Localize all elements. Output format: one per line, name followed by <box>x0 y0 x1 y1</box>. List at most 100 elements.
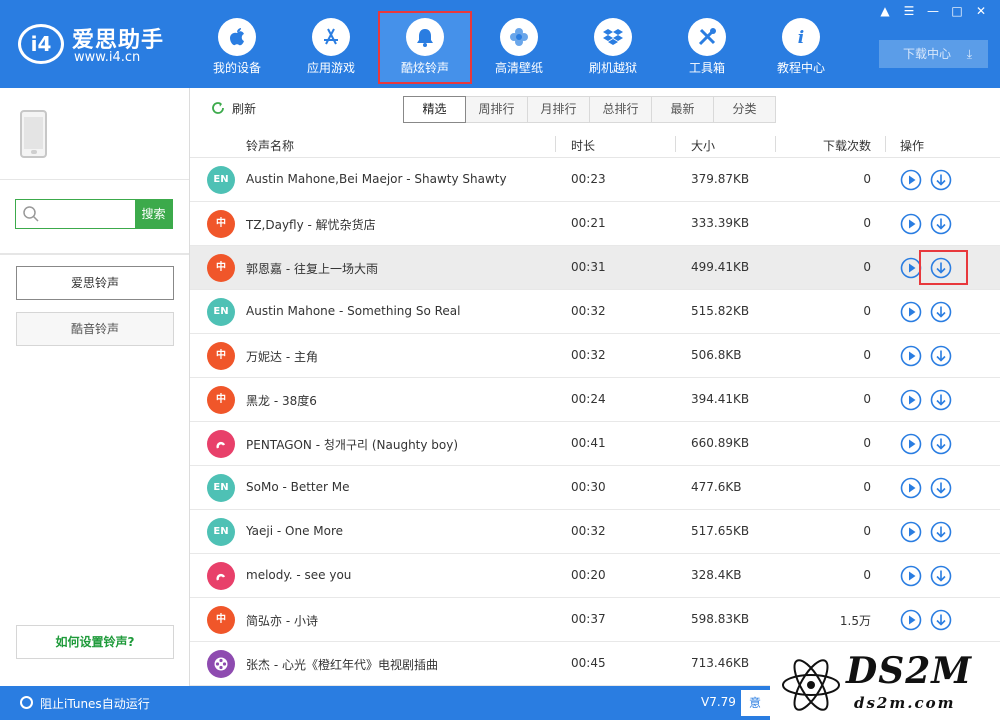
play-icon[interactable] <box>900 565 922 587</box>
ringtone-duration: 00:31 <box>571 260 606 274</box>
feedback-button[interactable]: 意 <box>741 690 771 716</box>
app-window: i4 爱思助手 www.i4.cn 我的设备 应用游戏 酷炫铃声 高清壁纸 刷机越狱 工具… <box>0 0 1000 720</box>
language-badge: EN <box>207 518 235 546</box>
download-center-button[interactable]: 下载中心 ⤓ <box>879 40 988 68</box>
how-to-set-ringtone-link[interactable]: 如何设置铃声? <box>16 625 174 659</box>
dropbox-icon <box>594 18 632 56</box>
close-icon[interactable]: ✕ <box>970 2 992 20</box>
table-row[interactable]: EN Yaeji - One More 00:32 517.65KB 0 <box>190 510 1000 554</box>
atom-logo <box>782 659 840 711</box>
ringtone-title: 简弘亦 - 小诗 <box>246 614 318 628</box>
ringtone-title: melody. - see you <box>246 568 352 582</box>
download-icon[interactable] <box>930 213 952 235</box>
tab-5[interactable]: 分类 <box>713 96 776 123</box>
ringtone-size: 328.4KB <box>691 568 742 582</box>
nav-item-apple[interactable]: 我的设备 <box>190 12 284 82</box>
table-row[interactable]: 中 TZ,Dayfly - 解忧杂货店 00:21 333.39KB 0 <box>190 202 1000 246</box>
download-icon[interactable] <box>930 521 952 543</box>
download-icon[interactable] <box>930 609 952 631</box>
play-icon[interactable] <box>900 521 922 543</box>
tab-3[interactable]: 总排行 <box>589 96 652 123</box>
download-icon[interactable] <box>930 565 952 587</box>
ringtone-size: 515.82KB <box>691 304 750 318</box>
download-count: 1.5万 <box>839 614 871 628</box>
table-header: 铃声名称 时长 大小 下载次数 操作 <box>190 132 1000 158</box>
play-icon[interactable] <box>900 169 922 191</box>
window-controls: ▲ ☰ — □ ✕ <box>874 2 992 22</box>
ringtone-size: 713.46KB <box>691 656 750 670</box>
minimize-icon[interactable]: — <box>922 2 944 20</box>
play-icon[interactable] <box>900 609 922 631</box>
nav-label: 高清壁纸 <box>494 61 543 75</box>
play-icon[interactable] <box>900 477 922 499</box>
ringtone-title: 万妮达 - 主角 <box>246 350 318 364</box>
download-icon[interactable] <box>930 169 952 191</box>
tab-1[interactable]: 周排行 <box>465 96 528 123</box>
nav-item-app-store[interactable]: 应用游戏 <box>284 12 378 82</box>
download-icon[interactable] <box>930 433 952 455</box>
app-url: www.i4.cn <box>74 50 141 65</box>
table-row[interactable]: 中万妮达 - 主角 00:32 506.8KB 0 <box>190 334 1000 378</box>
language-badge: 中 <box>207 606 235 634</box>
table-row[interactable]: PENTAGON - 청개구리 (Naughty boy) 00:41 660.89… <box>190 422 1000 466</box>
play-icon[interactable] <box>900 345 922 367</box>
ringtone-title: Austin Mahone - Something So Real <box>246 304 461 318</box>
download-icon[interactable] <box>930 389 952 411</box>
block-itunes-autorun-label: 阻止iTunes自动运行 <box>40 697 150 711</box>
ringtone-size: 660.89KB <box>691 436 750 450</box>
play-icon[interactable] <box>900 433 922 455</box>
flower-icon <box>500 18 538 56</box>
nav-item-info[interactable]: i 教程中心 <box>754 12 848 82</box>
maximize-icon[interactable]: □ <box>946 2 968 20</box>
tab-0[interactable]: 精选 <box>403 96 466 123</box>
table-row[interactable]: 中黑龙 - 38度6 00:24 394.41KB 0 <box>190 378 1000 422</box>
download-icon[interactable] <box>930 301 952 323</box>
toolbar: 刷新 精选 周排行 月排行 总排行 最新 分类 <box>190 88 1000 128</box>
language-badge: 中 <box>207 210 235 238</box>
ringtone-size: 517.65KB <box>691 524 750 538</box>
download-count: 0 <box>863 568 871 582</box>
table-row[interactable]: 中简弘亦 - 小诗 00:37 598.83KB 1.5万 <box>190 598 1000 642</box>
nav-label: 我的设备 <box>212 61 261 75</box>
film-reel-icon <box>207 650 235 678</box>
ringtone-duration: 00:21 <box>571 216 606 230</box>
table-row[interactable]: EN Austin Mahone - Something So Real 00:32… <box>190 290 1000 334</box>
play-icon[interactable] <box>900 213 922 235</box>
logo-mark: i4 <box>18 24 64 64</box>
col-header-duration: 时长 <box>571 139 596 153</box>
column-divider <box>675 136 676 152</box>
shirt-icon[interactable]: ▲ <box>874 2 896 20</box>
search-input[interactable] <box>46 203 134 225</box>
table-row[interactable]: 中郭恩嘉 - 往复上一场大雨 00:31 499.41KB 0 <box>190 246 1000 290</box>
language-badge: 中 <box>207 254 235 282</box>
nav-item-dropbox[interactable]: 刷机越狱 <box>566 12 660 82</box>
table-row[interactable]: melody. - see you 00:20 328.4KB 0 <box>190 554 1000 598</box>
download-count: 0 <box>863 392 871 406</box>
table-row[interactable]: EN SoMo - Better Me 00:30 477.6KB 0 <box>190 466 1000 510</box>
tab-2[interactable]: 月排行 <box>527 96 590 123</box>
svg-text:i: i <box>798 28 804 48</box>
language-badge: EN <box>207 474 235 502</box>
col-header-size: 大小 <box>691 139 716 153</box>
nav-label: 工具箱 <box>688 61 725 75</box>
play-icon[interactable] <box>900 301 922 323</box>
search-icon <box>23 206 39 222</box>
tab-4[interactable]: 最新 <box>651 96 714 123</box>
watermark-url: ds2m.com <box>854 694 956 712</box>
korean-music-icon <box>207 562 235 590</box>
table-row[interactable]: EN Austin Mahone,Bei Maejor - Shawty Shaw… <box>190 158 1000 202</box>
menu-icon[interactable]: ☰ <box>898 2 920 20</box>
nav-item-tools[interactable]: 工具箱 <box>660 12 754 82</box>
search-button[interactable]: 搜索 <box>135 200 172 228</box>
download-icon[interactable] <box>930 477 952 499</box>
nav-label: 刷机越狱 <box>588 61 637 75</box>
i4-ringtones-button[interactable]: 爱思铃声 <box>16 266 174 300</box>
nav-item-bell[interactable]: 酷炫铃声 <box>378 11 472 84</box>
download-icon[interactable] <box>930 345 952 367</box>
ringtone-duration: 00:32 <box>571 304 606 318</box>
ringtone-title: SoMo - Better Me <box>246 480 350 494</box>
play-icon[interactable] <box>900 389 922 411</box>
column-divider <box>775 136 776 152</box>
nav-item-flower[interactable]: 高清壁纸 <box>472 12 566 82</box>
kuyin-ringtones-button[interactable]: 酷音铃声 <box>16 312 174 346</box>
